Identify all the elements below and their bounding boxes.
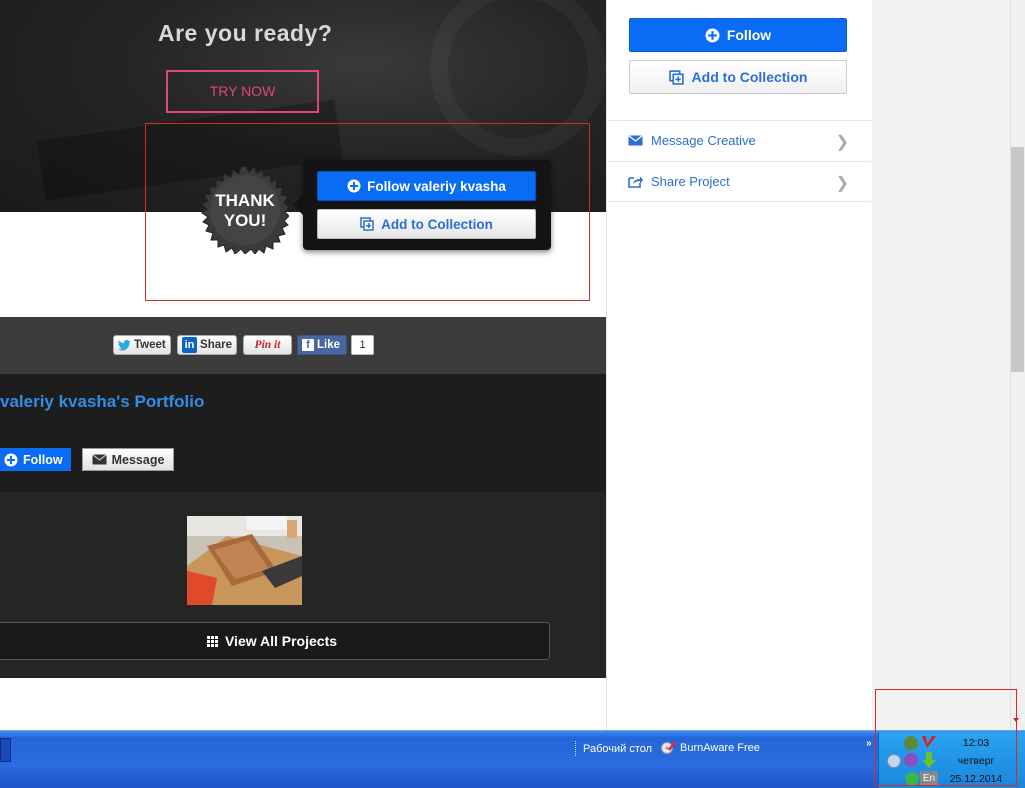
portfolio-follow-button[interactable]: Follow bbox=[0, 448, 71, 471]
sidebar-follow-label: Follow bbox=[726, 27, 772, 43]
portfolio-message-label: Message bbox=[111, 452, 165, 467]
portfolio-follow-label: Follow bbox=[23, 452, 63, 467]
hero-title: Are you ready? bbox=[158, 20, 333, 46]
toolbar-grip-icon bbox=[575, 741, 579, 756]
tweet-label: Tweet bbox=[134, 339, 166, 351]
envelope-icon bbox=[628, 135, 643, 146]
envelope-icon bbox=[91, 454, 107, 465]
pinterest-label: Pin it bbox=[254, 339, 281, 351]
facebook-icon: f bbox=[302, 339, 314, 351]
tweet-button[interactable]: Tweet bbox=[113, 335, 171, 355]
taskbar-button[interactable] bbox=[0, 738, 11, 762]
project-thumbnail-image bbox=[187, 516, 302, 605]
share-project-label: Share Project bbox=[651, 174, 730, 189]
page-margin bbox=[872, 0, 1025, 730]
facebook-like-count: 1 bbox=[351, 335, 374, 355]
plus-circle-icon bbox=[4, 453, 18, 466]
taskbar-overflow-chevron[interactable]: » bbox=[866, 738, 872, 749]
share-icon bbox=[628, 176, 643, 188]
view-all-projects-button[interactable]: View All Projects bbox=[0, 622, 550, 660]
scrollbar-thumb[interactable] bbox=[1011, 147, 1024, 372]
sidebar-add-to-collection-button[interactable]: Add to Collection bbox=[629, 60, 847, 94]
burnaware-toolbar-item[interactable]: BurnAware Free bbox=[661, 741, 760, 754]
plus-circle-icon bbox=[705, 28, 720, 42]
sidebar-add-to-collection-label: Add to Collection bbox=[691, 69, 808, 85]
annotation-marker bbox=[1013, 718, 1019, 722]
view-all-projects-label: View All Projects bbox=[224, 633, 338, 649]
facebook-like-button[interactable]: f Like bbox=[297, 335, 347, 355]
portfolio-message-button[interactable]: Message bbox=[82, 448, 174, 471]
chevron-right-icon: ❯ bbox=[835, 175, 849, 192]
desktop-toolbar-item[interactable]: Рабочий стол bbox=[575, 741, 652, 756]
collection-add-icon bbox=[668, 69, 684, 85]
share-project-link[interactable]: Share Project ❯ bbox=[607, 161, 871, 201]
message-creative-label: Message Creative bbox=[651, 133, 756, 148]
burnaware-icon bbox=[661, 741, 676, 754]
project-sidebar bbox=[606, 0, 872, 730]
twitter-icon bbox=[118, 339, 131, 350]
linkedin-label: Share bbox=[200, 339, 232, 351]
sidebar-follow-button[interactable]: Follow bbox=[629, 18, 847, 52]
try-now-button[interactable]: TRY NOW bbox=[166, 70, 319, 113]
linkedin-share-button[interactable]: in Share bbox=[177, 335, 237, 355]
pinterest-button[interactable]: Pin it bbox=[243, 335, 292, 355]
highlight-annotation bbox=[875, 689, 1017, 786]
divider bbox=[607, 201, 871, 202]
facebook-like-label: Like bbox=[317, 339, 341, 351]
content-background bbox=[0, 678, 606, 730]
portfolio-title-link[interactable]: valeriy kvasha's Portfolio bbox=[0, 392, 204, 412]
project-thumbnail[interactable] bbox=[187, 516, 302, 605]
grid-icon bbox=[206, 635, 218, 647]
chevron-right-icon: ❯ bbox=[835, 134, 849, 151]
message-creative-link[interactable]: Message Creative ❯ bbox=[607, 120, 871, 160]
highlight-annotation bbox=[145, 123, 590, 301]
burnaware-label: BurnAware Free bbox=[680, 741, 760, 754]
desktop-toolbar-label: Рабочий стол bbox=[583, 742, 653, 755]
linkedin-icon: in bbox=[182, 337, 198, 353]
